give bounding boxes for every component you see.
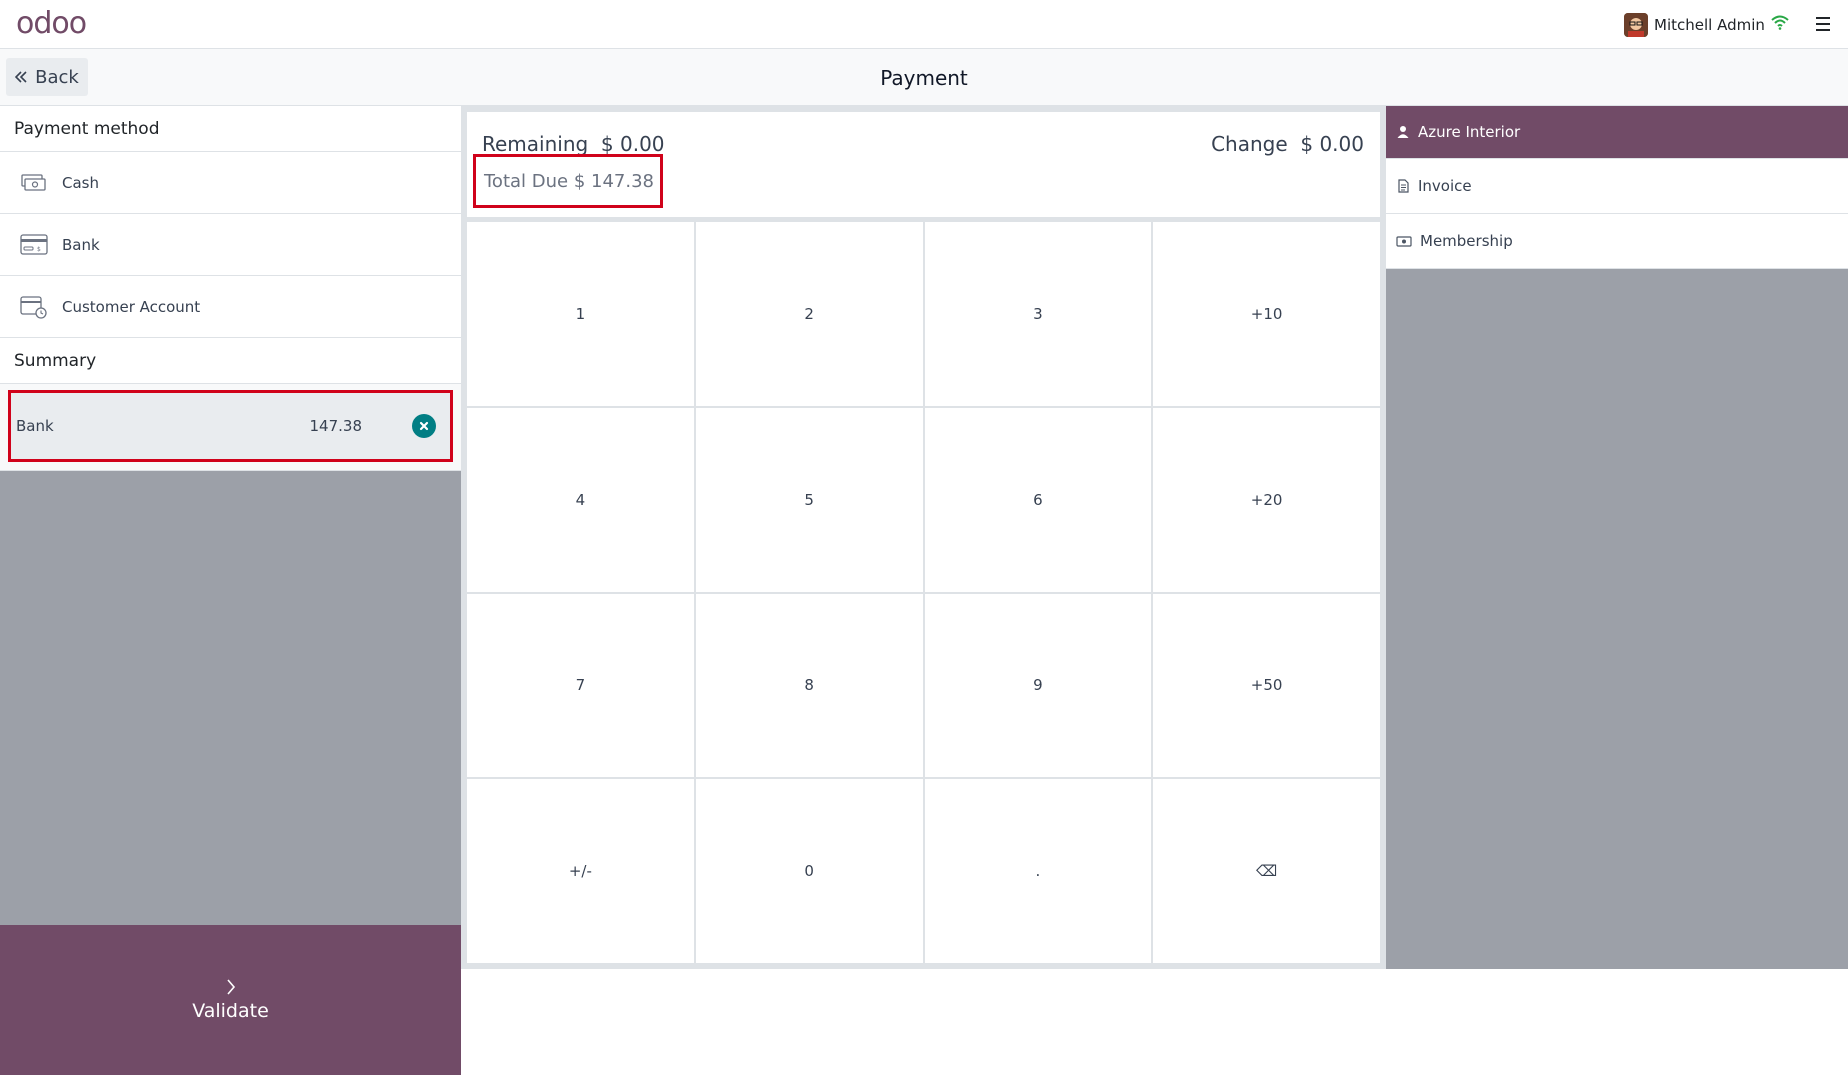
numpad-key-7[interactable]: 7 bbox=[467, 593, 694, 778]
payment-method-label: Bank bbox=[62, 235, 100, 254]
numpad-key-5[interactable]: 5 bbox=[695, 407, 923, 592]
user-menu[interactable]: Mitchell Admin bbox=[1624, 12, 1765, 38]
change-label: Change bbox=[1211, 132, 1288, 156]
center-column: Remaining $ 0.00 Change $ 0.00 Total Due… bbox=[461, 106, 1386, 969]
user-name: Mitchell Admin bbox=[1654, 16, 1765, 34]
summary-method: Bank bbox=[16, 417, 54, 435]
numpad-key-6[interactable]: 6 bbox=[924, 407, 1152, 592]
payment-status: Remaining $ 0.00 Change $ 0.00 Total Due… bbox=[467, 112, 1380, 217]
delete-payment-line-button[interactable] bbox=[412, 414, 436, 438]
validate-button[interactable]: Validate bbox=[0, 925, 461, 1075]
change-value: $ 0.00 bbox=[1300, 132, 1364, 156]
file-text-icon bbox=[1398, 179, 1409, 193]
payment-method-customer-account[interactable]: Customer Account bbox=[0, 276, 461, 338]
numpad-key-2[interactable]: 2 bbox=[695, 222, 923, 406]
numpad-key-9[interactable]: 9 bbox=[924, 593, 1152, 778]
menu-icon[interactable] bbox=[1816, 17, 1830, 31]
summary-title: Summary bbox=[0, 338, 461, 384]
numpad-key-decimal[interactable]: . bbox=[924, 779, 1152, 963]
membership-label: Membership bbox=[1420, 232, 1513, 250]
membership-button[interactable]: Membership bbox=[1386, 214, 1848, 269]
customer-button[interactable]: Azure Interior bbox=[1386, 106, 1848, 159]
chevron-right-icon bbox=[226, 979, 235, 995]
remaining-value: $ 0.00 bbox=[600, 132, 665, 156]
total-due-value: $ 147.38 bbox=[573, 170, 654, 192]
payment-header: Back Payment bbox=[0, 49, 1848, 106]
validate-label: Validate bbox=[192, 1000, 269, 1022]
remaining-label: Remaining bbox=[482, 132, 589, 156]
back-button[interactable]: Back bbox=[6, 58, 88, 96]
numpad-key-0[interactable]: 0 bbox=[695, 779, 923, 963]
numpad-key-plus-10[interactable]: +10 bbox=[1153, 222, 1380, 406]
double-chevron-left-icon bbox=[15, 71, 27, 83]
numpad-key-plus-minus[interactable]: +/- bbox=[467, 779, 694, 963]
numpad-key-1[interactable]: 1 bbox=[467, 222, 694, 406]
total-due: Total Due $ 147.38 bbox=[473, 154, 663, 208]
customer-name: Azure Interior bbox=[1418, 123, 1521, 141]
payment-method-cash[interactable]: Cash bbox=[0, 152, 461, 214]
left-column: Payment method Cash $ Bank Customer Acco… bbox=[0, 106, 461, 1075]
numpad-key-backspace[interactable]: ⌫ bbox=[1153, 779, 1380, 963]
customer-account-icon bbox=[20, 295, 47, 319]
back-label: Back bbox=[35, 66, 79, 88]
payment-method-bank[interactable]: $ Bank bbox=[0, 214, 461, 276]
numpad: 1 2 3 +10 4 5 6 +20 7 8 9 +50 +/- 0 . ⌫ bbox=[467, 222, 1380, 963]
payment-methods-panel: Payment method Cash $ Bank Customer Acco… bbox=[0, 106, 461, 471]
user-icon bbox=[1397, 126, 1409, 138]
svg-text:$: $ bbox=[37, 246, 41, 253]
invoice-label: Invoice bbox=[1418, 177, 1472, 195]
payment-method-label: Cash bbox=[62, 173, 99, 192]
money-icon bbox=[1396, 236, 1412, 247]
summary-line-bank[interactable]: Bank 147.38 bbox=[8, 390, 453, 462]
total-due-label: Total Due bbox=[484, 170, 569, 192]
payment-method-title: Payment method bbox=[0, 106, 461, 152]
page-title: Payment bbox=[880, 65, 968, 90]
numpad-key-8[interactable]: 8 bbox=[695, 593, 923, 778]
summary-amount: 147.38 bbox=[309, 417, 363, 435]
logo-text: odoo bbox=[16, 6, 87, 41]
cash-icon bbox=[21, 173, 46, 191]
bank-card-icon: $ bbox=[20, 233, 48, 255]
numpad-key-3[interactable]: 3 bbox=[924, 222, 1152, 406]
change-amount: Change $ 0.00 bbox=[1211, 132, 1364, 156]
numpad-key-plus-50[interactable]: +50 bbox=[1153, 593, 1380, 778]
summary-list: Bank 147.38 bbox=[0, 384, 461, 471]
close-icon bbox=[419, 421, 429, 431]
right-column: Azure Interior Invoice Membership bbox=[1386, 106, 1848, 969]
numpad-key-plus-20[interactable]: +20 bbox=[1153, 407, 1380, 592]
invoice-button[interactable]: Invoice bbox=[1386, 159, 1848, 214]
wifi-icon bbox=[1771, 15, 1789, 30]
top-navbar: odoo Mitchell Admin bbox=[0, 0, 1848, 49]
payment-method-label: Customer Account bbox=[62, 297, 201, 316]
user-avatar bbox=[1624, 13, 1648, 37]
odoo-logo[interactable]: odoo bbox=[16, 6, 87, 41]
numpad-key-4[interactable]: 4 bbox=[467, 407, 694, 592]
remaining-amount: Remaining $ 0.00 bbox=[482, 132, 665, 156]
